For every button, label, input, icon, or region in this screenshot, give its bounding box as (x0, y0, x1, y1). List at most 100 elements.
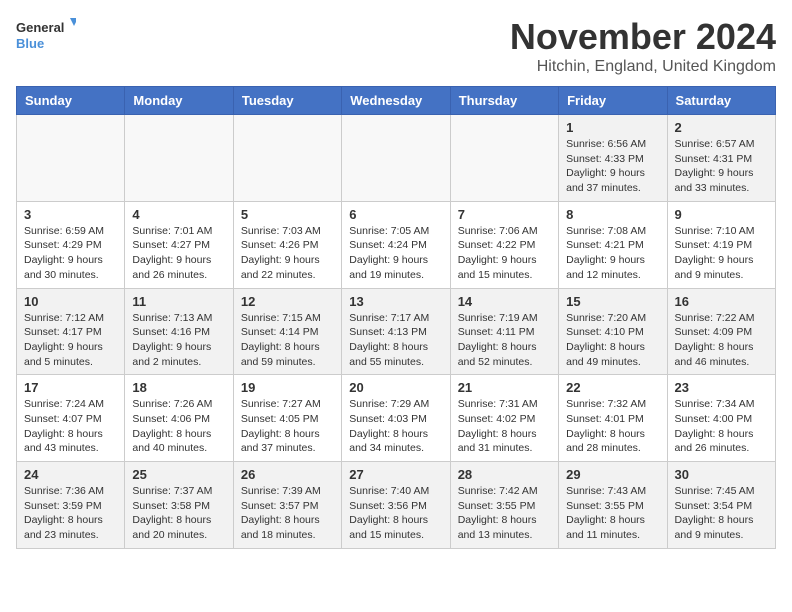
calendar-cell: 12Sunrise: 7:15 AM Sunset: 4:14 PM Dayli… (233, 288, 341, 375)
calendar-cell: 4 Sunrise: 7:01 AM Sunset: 4:27 PM Daylig… (125, 201, 233, 288)
calendar-cell: 6 Sunrise: 7:05 AM Sunset: 4:24 PM Daylig… (342, 201, 450, 288)
day-info: Sunrise: 7:19 AM Sunset: 4:11 PM Dayligh… (458, 311, 551, 370)
day-number: 10 (24, 294, 117, 309)
logo: General Blue (16, 16, 76, 56)
day-info: Sunrise: 7:06 AM Sunset: 4:22 PM Dayligh… (458, 224, 551, 283)
calendar-cell: 14 Sunrise: 7:19 AM Sunset: 4:11 PM Dayli… (450, 288, 558, 375)
calendar-cell: 23Sunrise: 7:34 AM Sunset: 4:00 PM Dayli… (667, 375, 775, 462)
calendar-cell: 11Sunrise: 7:13 AM Sunset: 4:16 PM Dayli… (125, 288, 233, 375)
week-row-4: 17 Sunrise: 7:24 AM Sunset: 4:07 PM Dayli… (17, 375, 776, 462)
week-row-1: 1 Sunrise: 6:56 AM Sunset: 4:33 PM Daylig… (17, 115, 776, 202)
day-number: 4 (132, 207, 225, 222)
month-title: November 2024 (510, 16, 776, 58)
day-info: Sunrise: 6:59 AM Sunset: 4:29 PM Dayligh… (24, 224, 117, 283)
day-number: 9 (675, 207, 768, 222)
title-area: November 2024 Hitchin, England, United K… (510, 16, 776, 76)
calendar-cell: 29 Sunrise: 7:43 AM Sunset: 3:55 PM Dayli… (559, 462, 667, 549)
day-header-saturday: Saturday (667, 87, 775, 115)
day-number: 30 (675, 467, 768, 482)
day-info: Sunrise: 7:29 AM Sunset: 4:03 PM Dayligh… (349, 397, 442, 456)
day-info: Sunrise: 7:26 AM Sunset: 4:06 PM Dayligh… (132, 397, 225, 456)
day-info: Sunrise: 7:36 AM Sunset: 3:59 PM Dayligh… (24, 484, 117, 543)
day-number: 16 (675, 294, 768, 309)
day-number: 26 (241, 467, 334, 482)
day-number: 28 (458, 467, 551, 482)
day-number: 14 (458, 294, 551, 309)
days-header-row: SundayMondayTuesdayWednesdayThursdayFrid… (17, 87, 776, 115)
calendar-cell: 9 Sunrise: 7:10 AM Sunset: 4:19 PM Daylig… (667, 201, 775, 288)
calendar-cell: 21 Sunrise: 7:31 AM Sunset: 4:02 PM Dayli… (450, 375, 558, 462)
day-number: 2 (675, 120, 768, 135)
day-number: 17 (24, 380, 117, 395)
calendar-cell (342, 115, 450, 202)
calendar-cell: 7 Sunrise: 7:06 AM Sunset: 4:22 PM Daylig… (450, 201, 558, 288)
day-info: Sunrise: 7:31 AM Sunset: 4:02 PM Dayligh… (458, 397, 551, 456)
day-number: 20 (349, 380, 442, 395)
calendar-cell: 10 Sunrise: 7:12 AM Sunset: 4:17 PM Dayli… (17, 288, 125, 375)
day-info: Sunrise: 7:37 AM Sunset: 3:58 PM Dayligh… (132, 484, 225, 543)
day-number: 1 (566, 120, 659, 135)
day-info: Sunrise: 7:20 AM Sunset: 4:10 PM Dayligh… (566, 311, 659, 370)
day-info: Sunrise: 7:10 AM Sunset: 4:19 PM Dayligh… (675, 224, 768, 283)
day-info: Sunrise: 7:05 AM Sunset: 4:24 PM Dayligh… (349, 224, 442, 283)
day-number: 22 (566, 380, 659, 395)
location: Hitchin, England, United Kingdom (510, 58, 776, 76)
day-number: 25 (132, 467, 225, 482)
day-number: 3 (24, 207, 117, 222)
day-info: Sunrise: 7:17 AM Sunset: 4:13 PM Dayligh… (349, 311, 442, 370)
calendar-cell: 8 Sunrise: 7:08 AM Sunset: 4:21 PM Daylig… (559, 201, 667, 288)
week-row-5: 24 Sunrise: 7:36 AM Sunset: 3:59 PM Dayli… (17, 462, 776, 549)
calendar-cell (125, 115, 233, 202)
day-info: Sunrise: 6:56 AM Sunset: 4:33 PM Dayligh… (566, 137, 659, 196)
calendar-cell: 28Sunrise: 7:42 AM Sunset: 3:55 PM Dayli… (450, 462, 558, 549)
calendar-cell: 22 Sunrise: 7:32 AM Sunset: 4:01 PM Dayli… (559, 375, 667, 462)
calendar-cell: 13 Sunrise: 7:17 AM Sunset: 4:13 PM Dayli… (342, 288, 450, 375)
calendar-cell: 27Sunrise: 7:40 AM Sunset: 3:56 PM Dayli… (342, 462, 450, 549)
day-info: Sunrise: 7:32 AM Sunset: 4:01 PM Dayligh… (566, 397, 659, 456)
day-number: 7 (458, 207, 551, 222)
calendar-cell (233, 115, 341, 202)
day-number: 29 (566, 467, 659, 482)
calendar-cell: 5Sunrise: 7:03 AM Sunset: 4:26 PM Daylig… (233, 201, 341, 288)
calendar-cell (17, 115, 125, 202)
day-info: Sunrise: 7:45 AM Sunset: 3:54 PM Dayligh… (675, 484, 768, 543)
calendar-cell: 3 Sunrise: 6:59 AM Sunset: 4:29 PM Daylig… (17, 201, 125, 288)
week-row-2: 3 Sunrise: 6:59 AM Sunset: 4:29 PM Daylig… (17, 201, 776, 288)
week-row-3: 10 Sunrise: 7:12 AM Sunset: 4:17 PM Dayli… (17, 288, 776, 375)
day-info: Sunrise: 7:40 AM Sunset: 3:56 PM Dayligh… (349, 484, 442, 543)
day-info: Sunrise: 7:22 AM Sunset: 4:09 PM Dayligh… (675, 311, 768, 370)
day-info: Sunrise: 7:27 AM Sunset: 4:05 PM Dayligh… (241, 397, 334, 456)
day-number: 24 (24, 467, 117, 482)
day-info: Sunrise: 7:03 AM Sunset: 4:26 PM Dayligh… (241, 224, 334, 283)
logo-svg: General Blue (16, 16, 76, 56)
day-header-wednesday: Wednesday (342, 87, 450, 115)
day-number: 19 (241, 380, 334, 395)
svg-text:Blue: Blue (16, 36, 44, 51)
day-number: 8 (566, 207, 659, 222)
calendar-cell: 20 Sunrise: 7:29 AM Sunset: 4:03 PM Dayli… (342, 375, 450, 462)
day-info: Sunrise: 7:24 AM Sunset: 4:07 PM Dayligh… (24, 397, 117, 456)
calendar-cell (450, 115, 558, 202)
calendar-cell: 16 Sunrise: 7:22 AM Sunset: 4:09 PM Dayli… (667, 288, 775, 375)
day-info: Sunrise: 7:08 AM Sunset: 4:21 PM Dayligh… (566, 224, 659, 283)
day-number: 13 (349, 294, 442, 309)
calendar-cell: 24 Sunrise: 7:36 AM Sunset: 3:59 PM Dayli… (17, 462, 125, 549)
day-info: Sunrise: 7:12 AM Sunset: 4:17 PM Dayligh… (24, 311, 117, 370)
day-header-tuesday: Tuesday (233, 87, 341, 115)
calendar-cell: 1 Sunrise: 6:56 AM Sunset: 4:33 PM Daylig… (559, 115, 667, 202)
day-info: Sunrise: 7:15 AM Sunset: 4:14 PM Dayligh… (241, 311, 334, 370)
day-number: 23 (675, 380, 768, 395)
calendar-cell: 15Sunrise: 7:20 AM Sunset: 4:10 PM Dayli… (559, 288, 667, 375)
day-info: Sunrise: 7:13 AM Sunset: 4:16 PM Dayligh… (132, 311, 225, 370)
day-number: 21 (458, 380, 551, 395)
day-info: Sunrise: 7:43 AM Sunset: 3:55 PM Dayligh… (566, 484, 659, 543)
calendar-cell: 17 Sunrise: 7:24 AM Sunset: 4:07 PM Dayli… (17, 375, 125, 462)
day-info: Sunrise: 7:01 AM Sunset: 4:27 PM Dayligh… (132, 224, 225, 283)
calendar-cell: 30 Sunrise: 7:45 AM Sunset: 3:54 PM Dayli… (667, 462, 775, 549)
day-info: Sunrise: 6:57 AM Sunset: 4:31 PM Dayligh… (675, 137, 768, 196)
calendar-cell: 2 Sunrise: 6:57 AM Sunset: 4:31 PM Daylig… (667, 115, 775, 202)
calendar-cell: 25 Sunrise: 7:37 AM Sunset: 3:58 PM Dayli… (125, 462, 233, 549)
day-header-friday: Friday (559, 87, 667, 115)
day-number: 6 (349, 207, 442, 222)
calendar-cell: 19 Sunrise: 7:27 AM Sunset: 4:05 PM Dayli… (233, 375, 341, 462)
